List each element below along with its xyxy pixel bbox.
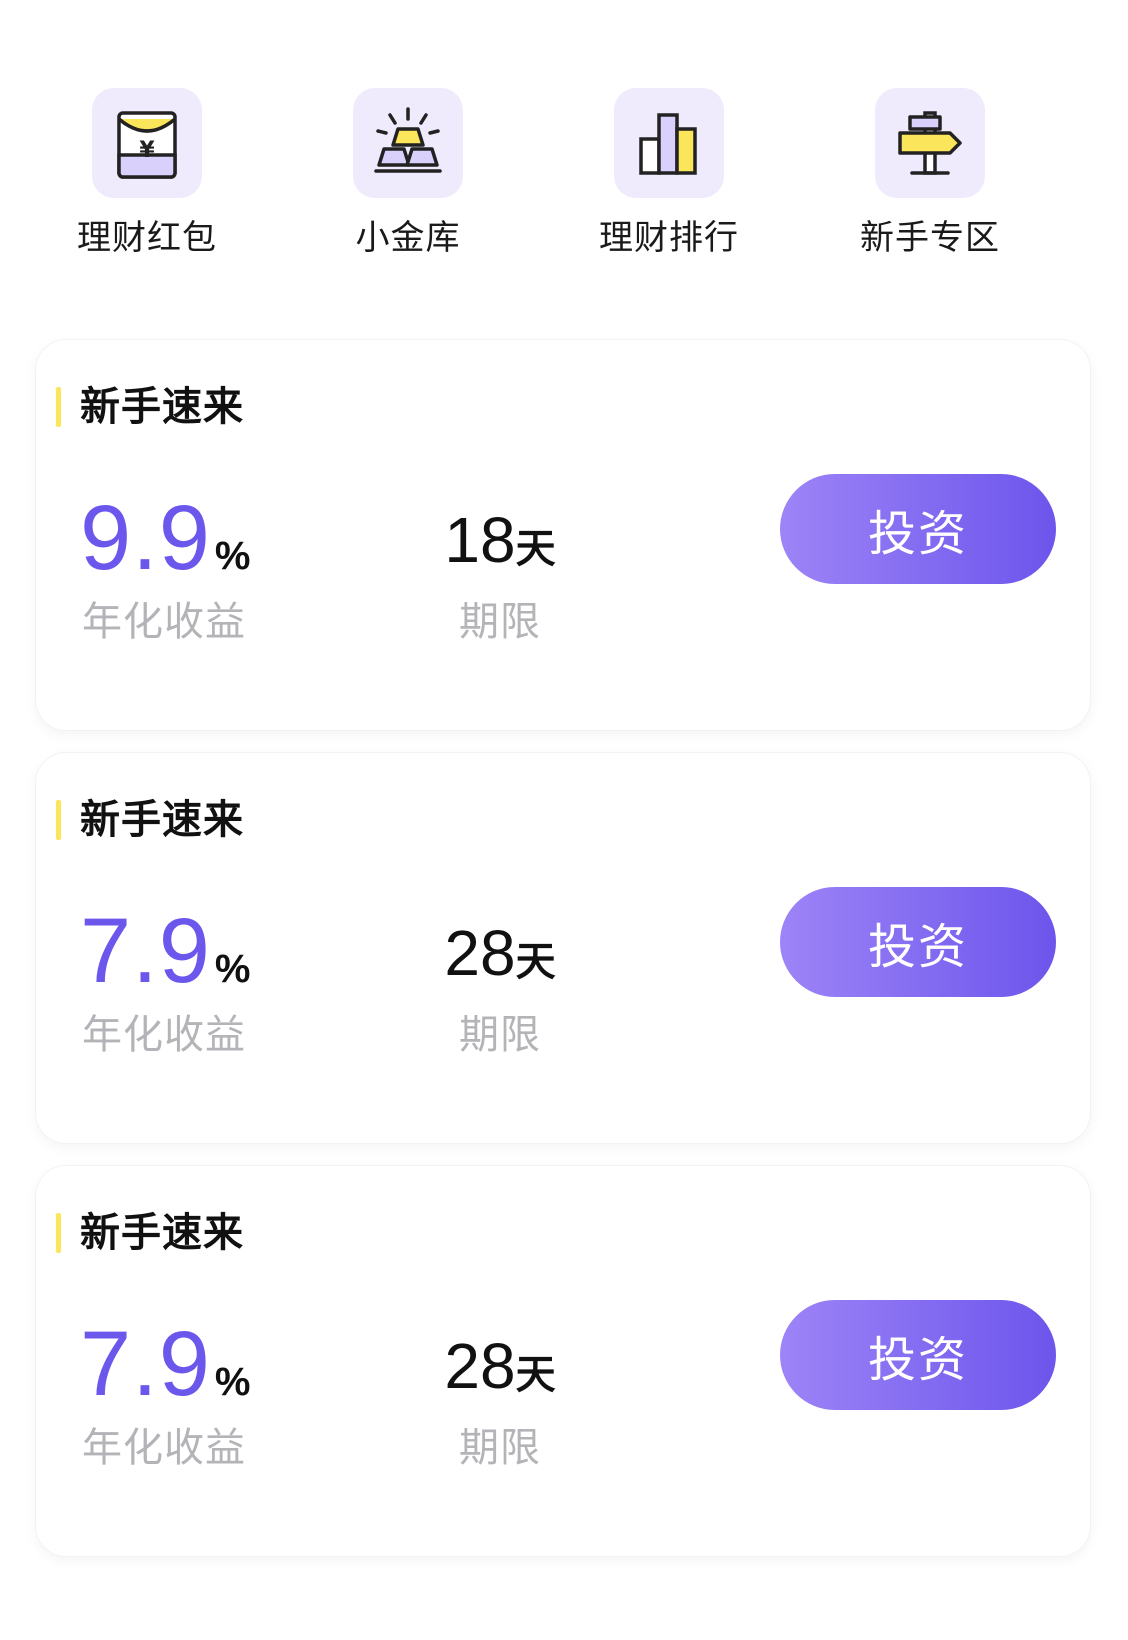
rate-caption: 年化收益: [82, 599, 246, 645]
term: 28天: [420, 913, 580, 993]
shortcut-gold-vault[interactable]: 小金库: [298, 88, 518, 268]
shortcut-grid: ¥ 理财红包 小金库 理财排行 新手专区: [0, 88, 1128, 268]
term-caption: 期限: [459, 1425, 541, 1471]
annual-rate: 9.9%: [80, 488, 250, 588]
title-accent-bar: [56, 387, 61, 427]
rate-value: 9.9: [80, 487, 211, 589]
card-title: 新手速来: [80, 797, 244, 843]
shortcut-ranking[interactable]: 理财排行: [559, 88, 779, 268]
term-unit: 天: [515, 526, 556, 572]
term-caption: 期限: [459, 1012, 541, 1058]
annual-rate: 7.9%: [80, 901, 250, 1001]
svg-text:¥: ¥: [139, 138, 155, 163]
product-card: 新手速来 9.9% 年化收益 18天 期限 投资: [36, 340, 1090, 730]
gold-bars-icon: [374, 107, 442, 173]
shortcut-label: 理财排行: [599, 218, 739, 258]
title-accent-bar: [56, 1213, 61, 1253]
shortcut-label: 理财红包: [77, 218, 217, 258]
signpost-icon-tile: [875, 88, 985, 198]
rate-unit: %: [214, 1360, 251, 1404]
invest-button[interactable]: 投资: [780, 474, 1056, 584]
annual-rate: 7.9%: [80, 1314, 250, 1414]
term: 28天: [420, 1326, 580, 1406]
rate-caption: 年化收益: [82, 1425, 246, 1471]
rate-value: 7.9: [80, 1313, 211, 1415]
term-value: 28: [444, 1330, 516, 1402]
ranking-bars-icon: [639, 113, 697, 175]
product-card: 新手速来 7.9% 年化收益 28天 期限 投资: [36, 1166, 1090, 1556]
card-title: 新手速来: [80, 384, 244, 430]
rate-unit: %: [214, 534, 251, 578]
shortcut-label: 小金库: [355, 218, 461, 258]
red-envelope-icon-tile: ¥: [92, 88, 202, 198]
product-card: 新手速来 7.9% 年化收益 28天 期限 投资: [36, 753, 1090, 1143]
term-value: 18: [444, 504, 516, 576]
gold-bars-icon-tile: [353, 88, 463, 198]
signpost-icon: [898, 111, 962, 175]
card-title: 新手速来: [80, 1210, 244, 1256]
invest-button[interactable]: 投资: [780, 1300, 1056, 1410]
rate-value: 7.9: [80, 900, 211, 1002]
rate-caption: 年化收益: [82, 1012, 246, 1058]
red-envelope-icon: ¥: [117, 111, 177, 179]
title-accent-bar: [56, 800, 61, 840]
rate-unit: %: [214, 947, 251, 991]
shortcut-newbie-zone[interactable]: 新手专区: [820, 88, 1040, 268]
term-unit: 天: [515, 939, 556, 985]
invest-button[interactable]: 投资: [780, 887, 1056, 997]
ranking-bars-icon-tile: [614, 88, 724, 198]
term-unit: 天: [515, 1352, 556, 1398]
term: 18天: [420, 500, 580, 580]
shortcut-label: 新手专区: [860, 218, 1000, 258]
shortcut-red-envelope[interactable]: ¥ 理财红包: [37, 88, 257, 268]
term-caption: 期限: [459, 599, 541, 645]
term-value: 28: [444, 917, 516, 989]
